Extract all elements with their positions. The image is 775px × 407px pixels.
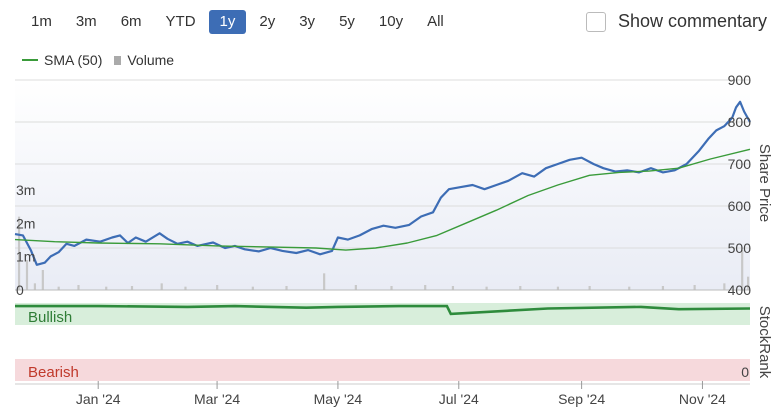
stockrank-line [15,304,751,316]
volume-bar [41,270,44,290]
range-button-6m[interactable]: 6m [110,10,153,34]
x-tick-label: Nov '24 [679,391,726,407]
volume-bar [17,216,21,290]
range-button-ytd[interactable]: YTD [155,10,207,34]
share-price-line [14,100,751,266]
range-button-5y[interactable]: 5y [328,10,366,34]
volume-tick-label: 1m [16,249,35,265]
x-tick-label: Sep '24 [558,391,605,407]
bearish-band [15,359,750,381]
volume-tick-label: 2m [16,215,35,231]
volume-bar [25,260,29,290]
range-button-3m[interactable]: 3m [65,10,108,34]
volume-bar [216,285,219,290]
x-tick-label: May '24 [314,391,363,407]
x-tick-label: Mar '24 [194,391,240,407]
volume-bar [323,273,326,290]
volume-bar [424,285,427,290]
volume-bar [747,276,750,290]
volume-tick-label: 0 [16,282,24,298]
volume-bar [105,286,108,290]
volume-bar [130,286,134,290]
volume-bar [628,286,631,290]
chart-legend: SMA (50) Volume [22,52,174,68]
volume-bar [390,286,393,290]
volume-bar [485,286,488,290]
stockrank-axis-title: StockRank [756,306,773,379]
volume-bar [160,283,163,290]
range-button-10y[interactable]: 10y [368,10,414,34]
price-tick-label: 800 [728,114,752,130]
show-commentary-toggle[interactable]: Show commentary [585,11,767,32]
volume-bar [519,286,522,290]
bullish-label: Bullish [28,309,72,326]
price-axis-title: Share Price [756,144,773,222]
price-tick-label: 900 [728,72,752,88]
volume-bar [354,285,357,290]
range-button-3y[interactable]: 3y [288,10,326,34]
bearish-label: Bearish [28,364,79,381]
price-tick-label: 500 [728,240,752,256]
volume-bar [251,286,254,290]
range-button-all[interactable]: All [416,10,455,34]
volume-bar [693,285,696,290]
price-tick-label: 600 [728,198,752,214]
volume-legend-label: Volume [127,52,175,68]
volume-bar [184,286,187,290]
bullish-band [15,303,750,325]
sma-legend-swatch [22,59,38,61]
volume-bar [588,286,591,290]
sma-legend-label: SMA (50) [44,52,103,68]
x-tick-label: Jan '24 [76,391,121,407]
volume-bar [451,286,455,290]
sma-50-line [14,148,751,251]
price-tick-label: 400 [728,282,752,298]
price-panel-background [15,80,750,290]
volume-bar [33,283,37,290]
commentary-label: Show commentary [617,11,767,31]
commentary-checkbox[interactable] [585,11,606,32]
volume-tick-label: 3m [16,182,35,198]
volume-bar [741,250,744,290]
range-button-1y[interactable]: 1y [208,10,247,34]
volume-bar [556,286,560,290]
stockrank-zero-label: 0 [741,364,749,380]
volume-bar [57,286,60,290]
volume-bar [285,286,288,290]
range-button-2y[interactable]: 2y [248,10,286,34]
volume-bar [77,285,80,290]
x-tick-label: Jul '24 [439,391,479,407]
volume-bar [723,283,726,290]
range-selector: 1m 3m 6m YTD 1y 2y 3y 5y 10y All [20,10,457,36]
volume-legend-swatch [114,55,122,65]
price-tick-label: 700 [728,156,752,172]
volume-bar [661,286,665,290]
range-button-1m[interactable]: 1m [20,10,63,34]
